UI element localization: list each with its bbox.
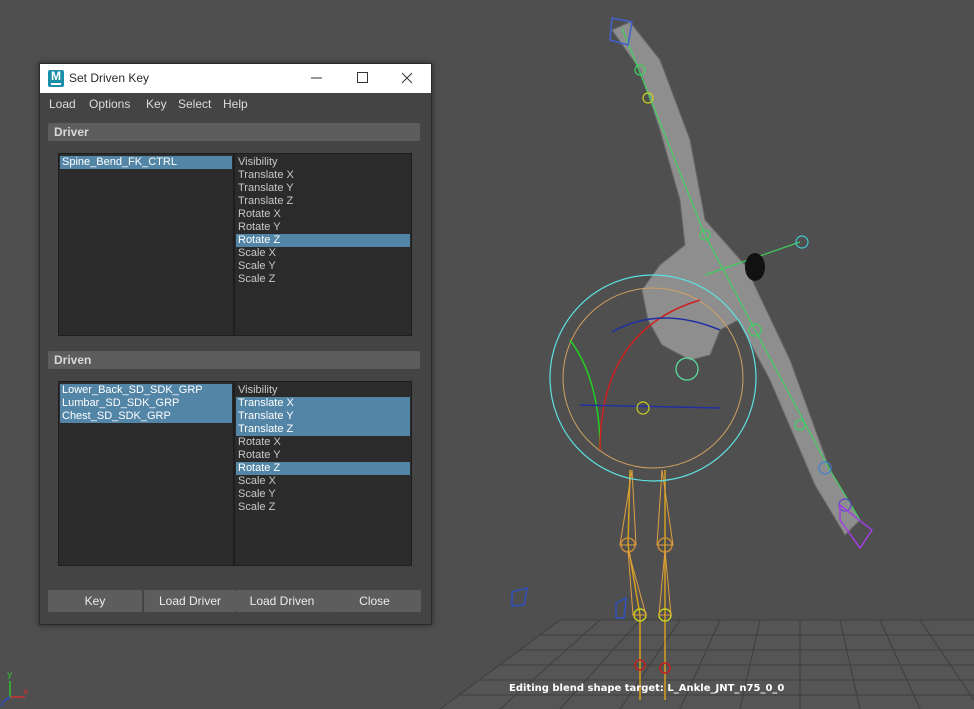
maya-logo-icon: M: [48, 70, 64, 87]
list-item[interactable]: Spine_Bend_FK_CTRL: [60, 156, 232, 169]
axis-indicator: [3, 681, 25, 702]
list-item[interactable]: Scale Z: [236, 273, 410, 286]
list-item[interactable]: Rotate Y: [236, 221, 410, 234]
driver-attribute-list[interactable]: Visibility Translate X Translate Y Trans…: [234, 153, 412, 336]
list-item[interactable]: Translate Y: [236, 410, 410, 423]
menu-select[interactable]: Select: [178, 97, 211, 111]
driver-section-header[interactable]: Driver: [48, 123, 420, 141]
list-item[interactable]: Translate Y: [236, 182, 410, 195]
list-item[interactable]: Visibility: [236, 156, 410, 169]
list-item[interactable]: Translate Z: [236, 195, 410, 208]
maximize-icon: [357, 72, 368, 83]
maximize-button[interactable]: [340, 64, 386, 93]
driver-object-list[interactable]: Spine_Bend_FK_CTRL: [58, 153, 234, 336]
character-mesh: [611, 21, 861, 536]
list-item[interactable]: Translate Z: [236, 423, 410, 436]
load-driver-button[interactable]: Load Driver: [144, 590, 236, 612]
menu-help[interactable]: Help: [223, 97, 248, 111]
dialog-titlebar[interactable]: M Set Driven Key: [40, 64, 431, 93]
menu-options[interactable]: Options: [89, 97, 130, 111]
driven-header-label: Driven: [54, 353, 92, 367]
locator-icon: [511, 586, 528, 607]
minimize-icon: [311, 77, 322, 79]
locator-icon: [615, 596, 627, 619]
key-button[interactable]: Key: [48, 590, 142, 612]
shoulder-control: [745, 253, 765, 281]
driven-object-list[interactable]: Lower_Back_SD_SDK_GRP Lumbar_SD_SDK_GRP …: [58, 381, 234, 566]
list-item[interactable]: Rotate Z: [236, 234, 410, 247]
list-item[interactable]: Translate X: [236, 397, 410, 410]
dialog-title: Set Driven Key: [69, 71, 150, 85]
driven-section-header[interactable]: Driven: [48, 351, 420, 369]
menu-bar: Load Options Key Select Help: [40, 93, 431, 115]
close-icon: [401, 72, 413, 84]
list-item[interactable]: Rotate Z: [236, 462, 410, 475]
menu-load[interactable]: Load: [49, 97, 76, 111]
list-item[interactable]: Scale X: [236, 247, 410, 260]
close-window-button[interactable]: [385, 64, 431, 93]
x-axis-label: x: [23, 687, 29, 697]
list-item[interactable]: Chest_SD_SDK_GRP: [60, 410, 232, 423]
ground-grid: [439, 619, 974, 709]
list-item[interactable]: Scale Z: [236, 501, 410, 514]
list-item[interactable]: Lumbar_SD_SDK_GRP: [60, 397, 232, 410]
list-item[interactable]: Lower_Back_SD_SDK_GRP: [60, 384, 232, 397]
menu-key[interactable]: Key: [146, 97, 167, 111]
driven-attribute-list[interactable]: Visibility Translate X Translate Y Trans…: [234, 381, 412, 566]
list-item[interactable]: Rotate X: [236, 208, 410, 221]
driver-header-label: Driver: [54, 125, 89, 139]
list-item[interactable]: Translate X: [236, 169, 410, 182]
list-item[interactable]: Scale Y: [236, 260, 410, 273]
close-button[interactable]: Close: [328, 590, 421, 612]
list-item[interactable]: Scale Y: [236, 488, 410, 501]
z-axis-label: z: [0, 699, 5, 709]
set-driven-key-dialog: M Set Driven Key Load Options Key Select…: [39, 63, 432, 625]
hud-message: Editing blend shape target: L_Ankle_JNT_…: [509, 683, 785, 694]
minimize-button[interactable]: [294, 64, 340, 93]
list-item[interactable]: Scale X: [236, 475, 410, 488]
list-item[interactable]: Visibility: [236, 384, 410, 397]
list-item[interactable]: Rotate X: [236, 436, 410, 449]
list-item[interactable]: Rotate Y: [236, 449, 410, 462]
load-driven-button[interactable]: Load Driven: [236, 590, 328, 612]
y-axis-label: y: [7, 670, 13, 680]
